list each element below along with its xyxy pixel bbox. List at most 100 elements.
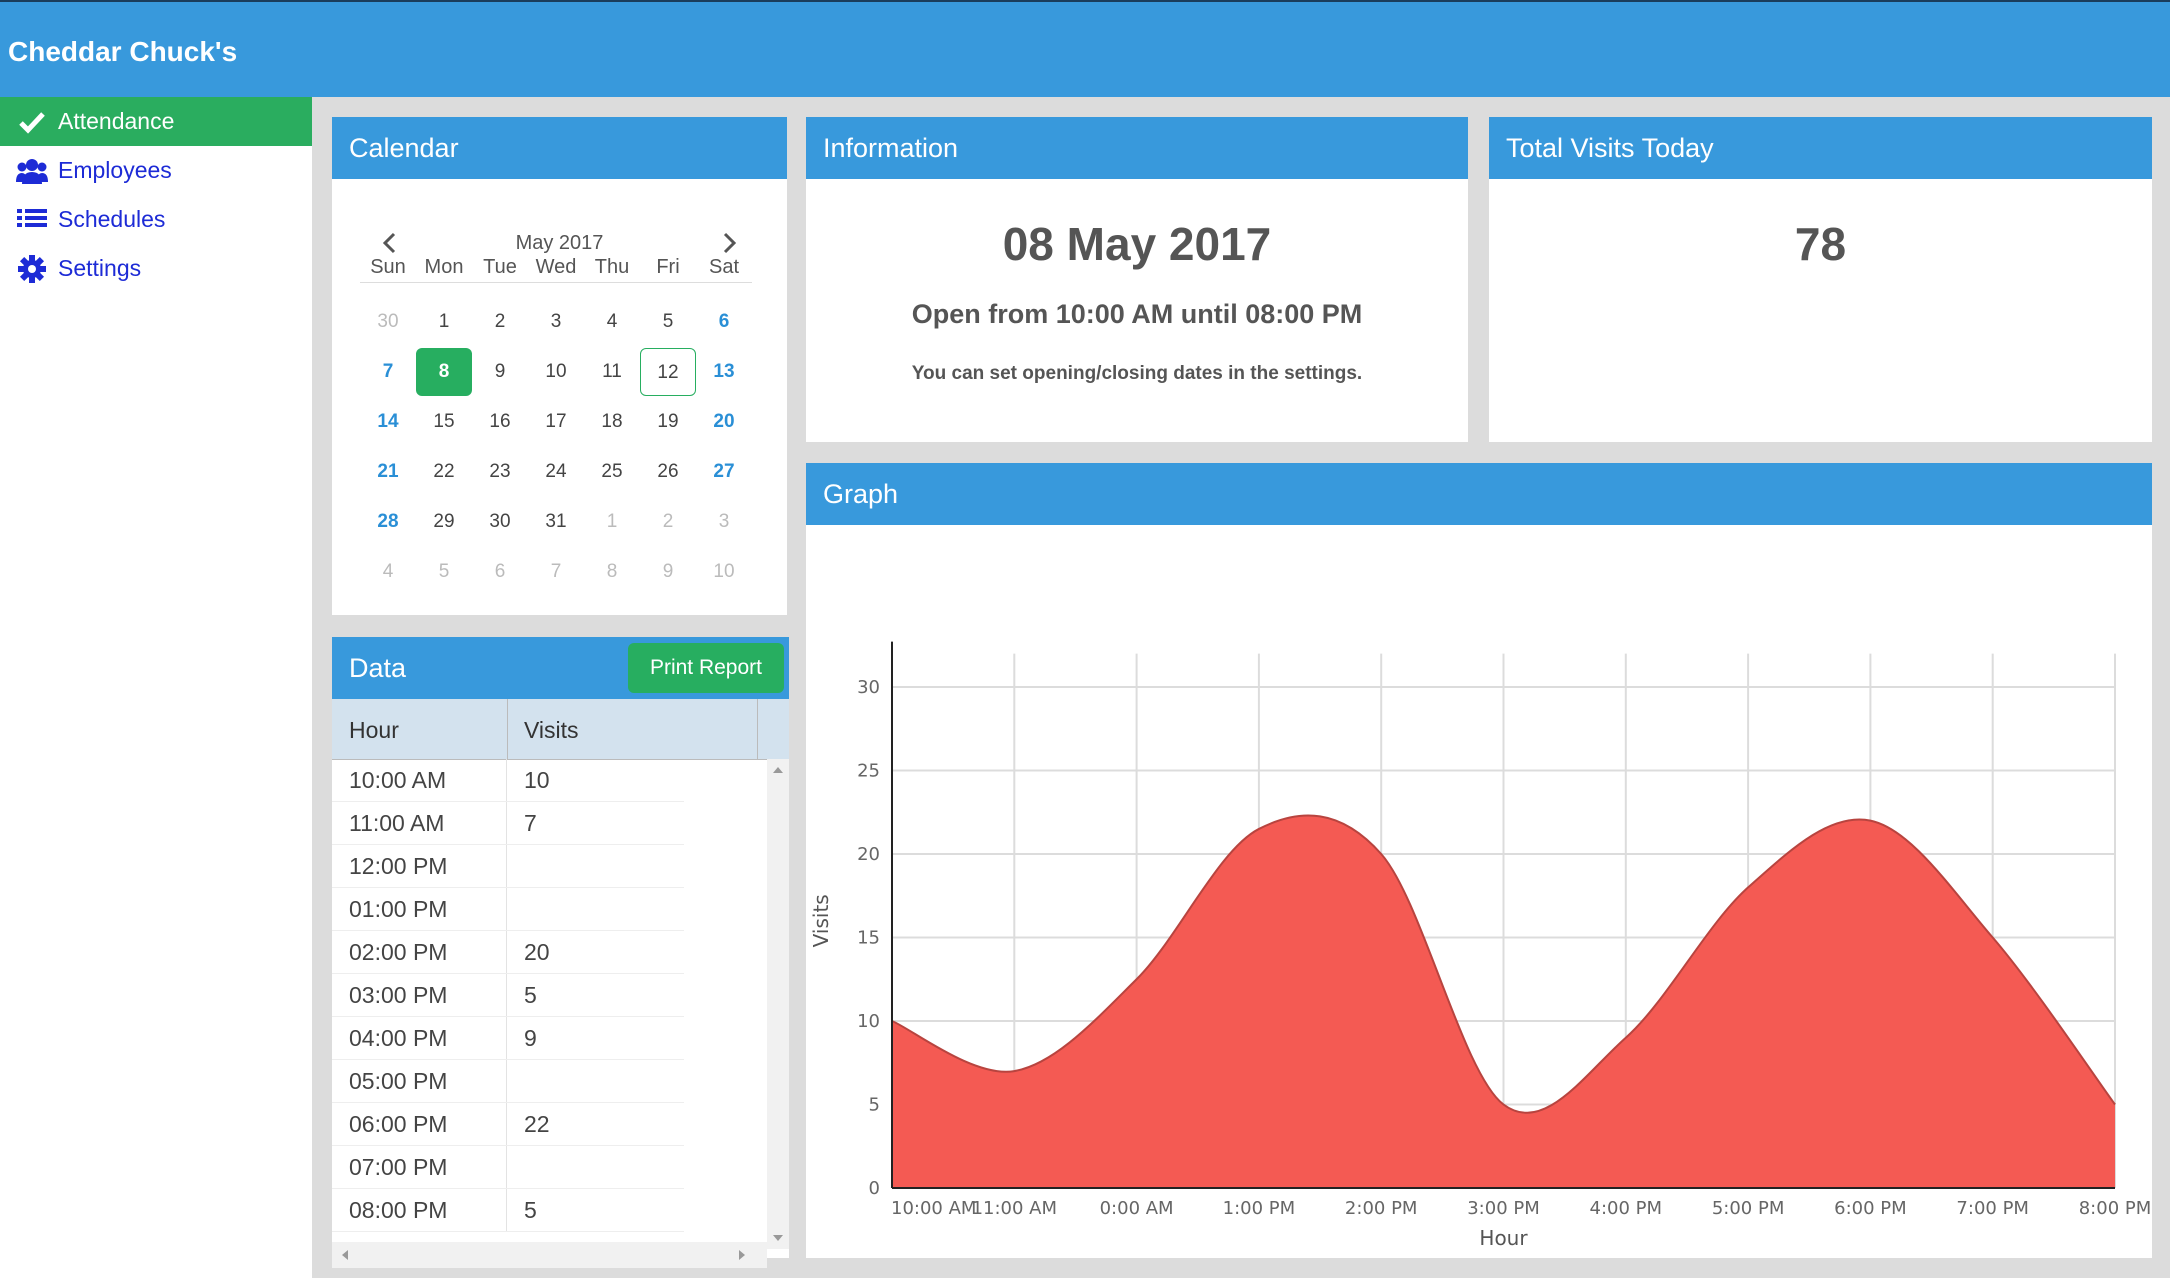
calendar-day[interactable]: 11 <box>584 348 640 396</box>
opening-hours: Open from 10:00 AM until 08:00 PM <box>911 299 1363 329</box>
y-tick-label: 0 <box>869 1178 880 1199</box>
calendar-day[interactable]: 2 <box>472 298 528 346</box>
graph-header: Graph <box>806 463 2152 525</box>
calendar-day[interactable]: 18 <box>584 398 640 446</box>
table-row[interactable]: 08:00 PM 5 <box>332 1189 684 1232</box>
calendar-day[interactable]: 31 <box>528 498 584 546</box>
calendar-week-row: 28 29 30 31 1 2 3 <box>360 497 752 547</box>
x-axis-label: Hour <box>1479 1226 1528 1250</box>
calendar-day[interactable]: 3 <box>696 498 752 546</box>
settings-note: You can set opening/closing dates in the… <box>911 363 1363 384</box>
calendar-day[interactable]: 19 <box>640 398 696 446</box>
cell-visits: 20 <box>524 938 550 965</box>
sidebar-item-schedules[interactable]: Schedules <box>0 195 312 244</box>
calendar-day[interactable]: 15 <box>416 398 472 446</box>
sidebar-item-attendance[interactable]: Attendance <box>0 97 312 146</box>
selected-date: 08 May 2017 <box>1002 218 1272 270</box>
calendar-day[interactable]: 3 <box>528 298 584 346</box>
calendar-day[interactable]: 7 <box>360 348 416 396</box>
weekday-label: Wed <box>535 256 577 278</box>
cell-hour: 05:00 PM <box>332 1060 507 1102</box>
cell-hour: 02:00 PM <box>332 931 507 973</box>
table-row[interactable]: 06:00 PM 22 <box>332 1103 684 1146</box>
table-row[interactable]: 10:00 AM 10 <box>332 759 684 802</box>
table-row[interactable]: 02:00 PM 20 <box>332 931 684 974</box>
horizontal-scrollbar[interactable] <box>332 1242 767 1268</box>
check-icon <box>16 108 48 136</box>
calendar-day[interactable]: 28 <box>360 498 416 546</box>
x-tick-label: 7:00 PM <box>1956 1198 2029 1219</box>
calendar-day[interactable]: 1 <box>584 498 640 546</box>
calendar-day[interactable]: 6 <box>472 548 528 596</box>
calendar-day[interactable]: 7 <box>528 548 584 596</box>
table-row[interactable]: 07:00 PM <box>332 1146 684 1189</box>
total-visits-value: 78 <box>1794 218 1847 270</box>
calendar-day[interactable]: 5 <box>640 298 696 346</box>
sidebar-item-settings[interactable]: Settings <box>0 244 312 293</box>
weekday-label: Tue <box>483 256 517 278</box>
calendar-day[interactable]: 14 <box>360 398 416 446</box>
calendar-day[interactable]: 8 <box>584 548 640 596</box>
calendar-day[interactable]: 16 <box>472 398 528 446</box>
calendar-week-row: 7 8 9 10 11 12 13 <box>360 347 752 397</box>
calendar-day[interactable]: 17 <box>528 398 584 446</box>
calendar-day[interactable]: 24 <box>528 448 584 496</box>
calendar-day[interactable]: 13 <box>696 348 752 396</box>
cell-visits: 10 <box>524 766 550 793</box>
calendar-panel: Calendar May 2017 Sun Mon Tue Wed Thu Fri Sat … <box>332 117 787 615</box>
column-header-visits[interactable]: Visits <box>524 717 579 744</box>
calendar-day[interactable]: 30 <box>360 298 416 346</box>
calendar-week-row: 21 22 23 24 25 26 27 <box>360 447 752 497</box>
calendar-day[interactable]: 21 <box>360 448 416 496</box>
cell-hour: 04:00 PM <box>332 1017 507 1059</box>
cell-hour: 10:00 AM <box>332 759 507 801</box>
calendar-day[interactable]: 10 <box>528 348 584 396</box>
table-row[interactable]: 11:00 AM 7 <box>332 802 684 845</box>
calendar-day[interactable]: 9 <box>472 348 528 396</box>
print-report-button[interactable]: Print Report <box>627 643 784 693</box>
weekday-label: Sat <box>708 256 740 278</box>
calendar-day[interactable]: 4 <box>584 298 640 346</box>
cell-hour: 11:00 AM <box>332 802 507 844</box>
table-row[interactable]: 01:00 PM <box>332 888 684 931</box>
table-row[interactable]: 03:00 PM 5 <box>332 974 684 1017</box>
column-header-hour[interactable]: Hour <box>349 717 399 744</box>
calendar-grid: Sun Mon Tue Wed Thu Fri Sat 30 1 2 3 4 5 6 7 8 9 10 11 12 1… <box>360 252 752 597</box>
calendar-day[interactable]: 29 <box>416 498 472 546</box>
table-row[interactable]: 04:00 PM 9 <box>332 1017 684 1060</box>
data-header-title: Data <box>349 652 407 683</box>
calendar-day[interactable]: 10 <box>696 548 752 596</box>
table-row[interactable]: 12:00 PM <box>332 845 684 888</box>
calendar-day[interactable]: 22 <box>416 448 472 496</box>
vertical-scrollbar[interactable] <box>767 759 789 1249</box>
calendar-day[interactable]: 27 <box>696 448 752 496</box>
calendar-day[interactable]: 6 <box>696 298 752 346</box>
calendar-day[interactable]: 26 <box>640 448 696 496</box>
calendar-day[interactable]: 5 <box>416 548 472 596</box>
calendar-week-row: 30 1 2 3 4 5 6 <box>360 297 752 347</box>
calendar-weekday-row: Sun Mon Tue Wed Thu Fri Sat <box>360 252 752 283</box>
cell-visits: 5 <box>524 981 537 1008</box>
calendar-day[interactable]: 1 <box>416 298 472 346</box>
data-panel: Data Print Report Hour Visits 10:00 AM 10… <box>332 637 789 1268</box>
sidebar-item-employees[interactable]: Employees <box>0 146 312 195</box>
x-tick-label: 2:00 PM <box>1345 1198 1418 1219</box>
table-row[interactable]: 05:00 PM <box>332 1060 684 1103</box>
x-tick-label: 0:00 AM <box>1100 1198 1174 1219</box>
x-tick-label: 1:00 PM <box>1223 1198 1296 1219</box>
cell-visits: 7 <box>524 809 537 836</box>
total-visits-header: Total Visits Today <box>1489 117 2152 179</box>
visits-area-chart: 0 5 10 15 20 25 30 10:00 AM11:00 AM 0:00 AM 1:00 … <box>809 641 2151 1250</box>
calendar-day[interactable]: 30 <box>472 498 528 546</box>
calendar-day[interactable]: 8 <box>416 348 472 396</box>
calendar-day[interactable]: 12 <box>640 348 696 396</box>
calendar-day[interactable]: 4 <box>360 548 416 596</box>
top-bar: Cheddar Chuck's <box>0 0 2170 97</box>
calendar-day[interactable]: 2 <box>640 498 696 546</box>
calendar-day[interactable]: 25 <box>584 448 640 496</box>
calendar-day[interactable]: 20 <box>696 398 752 446</box>
y-tick-label: 15 <box>857 928 880 949</box>
calendar-day[interactable]: 9 <box>640 548 696 596</box>
calendar-week-row: 14 15 16 17 18 19 20 <box>360 397 752 447</box>
calendar-day[interactable]: 23 <box>472 448 528 496</box>
